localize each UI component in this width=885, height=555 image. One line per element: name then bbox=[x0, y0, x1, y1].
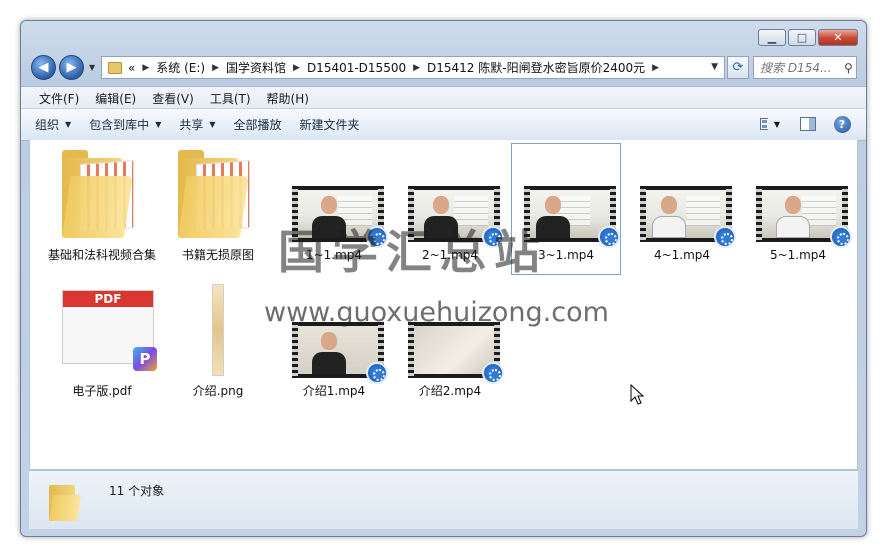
file-item[interactable]: 4~1.mp4 bbox=[628, 144, 736, 274]
search-input[interactable] bbox=[758, 59, 842, 76]
menu-view[interactable]: 查看(V) bbox=[152, 90, 194, 107]
chevron-down-icon: ▼ bbox=[209, 120, 216, 129]
preview-pane-button[interactable] bbox=[798, 115, 818, 133]
chevron-right-icon[interactable]: ▶ bbox=[652, 63, 659, 73]
search-box[interactable]: ⚲ bbox=[753, 56, 857, 79]
address-dropdown-icon[interactable]: ▼ bbox=[711, 62, 718, 72]
chevron-down-icon: ▼ bbox=[65, 120, 72, 129]
pdf-reader-icon: P bbox=[133, 347, 157, 371]
details-pane: 11 个对象 bbox=[29, 470, 858, 529]
file-item[interactable]: 介绍.png bbox=[164, 280, 272, 410]
menu-bar: 文件(F) 编辑(E) 查看(V) 工具(T) 帮助(H) bbox=[21, 86, 866, 109]
breadcrumb-overflow[interactable]: « bbox=[128, 61, 135, 75]
menu-file[interactable]: 文件(F) bbox=[39, 90, 79, 107]
organize-label: 组织 bbox=[35, 118, 60, 132]
image-file-icon bbox=[212, 284, 224, 376]
chevron-right-icon[interactable]: ▶ bbox=[293, 63, 300, 73]
back-button[interactable]: ◀ bbox=[31, 55, 56, 80]
video-player-icon bbox=[598, 226, 620, 248]
back-arrow-icon: ◀ bbox=[38, 60, 49, 75]
file-name: 介绍2.mp4 bbox=[418, 384, 482, 398]
forward-arrow-icon: ▶ bbox=[66, 60, 77, 75]
breadcrumb-folder-3[interactable]: D15412 陈默-阳闸登水密旨原价2400元 bbox=[427, 59, 645, 76]
chevron-right-icon[interactable]: ▶ bbox=[142, 63, 149, 73]
search-icon[interactable]: ⚲ bbox=[844, 61, 853, 75]
chevron-right-icon[interactable]: ▶ bbox=[212, 63, 219, 73]
pdf-file-icon: PDF P bbox=[62, 290, 157, 371]
file-name: 介绍1.mp4 bbox=[302, 384, 366, 398]
video-player-icon bbox=[714, 226, 736, 248]
mouse-cursor-icon bbox=[630, 384, 644, 405]
play-all-button[interactable]: 全部播放 bbox=[234, 116, 282, 133]
organize-button[interactable]: 组织 ▼ bbox=[35, 116, 71, 133]
chevron-down-icon: ▼ bbox=[773, 119, 780, 129]
menu-help[interactable]: 帮助(H) bbox=[267, 90, 309, 107]
forward-button[interactable]: ▶ bbox=[59, 55, 84, 80]
maximize-button[interactable]: □ bbox=[788, 29, 816, 46]
watermark-text: 国学汇总站 bbox=[278, 225, 548, 279]
video-thumbnail bbox=[292, 322, 388, 384]
watermark-url: www.guoxuehuizong.com bbox=[264, 297, 609, 328]
file-name: 基础和法科视频合集 bbox=[48, 248, 157, 262]
address-bar[interactable]: « ▶ 系统 (E:) ▶ 国学资料馆 ▶ D15401-D15500 ▶ D1… bbox=[101, 56, 725, 79]
pdf-label: PDF bbox=[63, 291, 153, 307]
menu-tools[interactable]: 工具(T) bbox=[210, 90, 251, 107]
file-item[interactable]: 书籍无损原图 bbox=[164, 144, 272, 274]
video-thumbnail bbox=[408, 322, 504, 384]
file-name: 5~1.mp4 bbox=[769, 248, 827, 262]
view-controls: ▼ ? bbox=[752, 115, 852, 133]
minimize-button[interactable]: ▁ bbox=[758, 29, 786, 46]
file-name: 4~1.mp4 bbox=[653, 248, 711, 262]
video-thumbnail bbox=[640, 186, 736, 248]
close-button[interactable]: ✕ bbox=[818, 29, 858, 46]
breadcrumb-drive[interactable]: 系统 (E:) bbox=[156, 59, 205, 76]
chevron-down-icon: ▼ bbox=[155, 120, 162, 129]
menu-edit[interactable]: 编辑(E) bbox=[95, 90, 136, 107]
new-folder-button[interactable]: 新建文件夹 bbox=[300, 116, 360, 133]
folder-icon bbox=[62, 150, 136, 238]
file-item[interactable]: 基础和法科视频合集 bbox=[48, 144, 156, 274]
command-bar: 组织 ▼ 包含到库中 ▼ 共享 ▼ 全部播放 新建文件夹 ▼ ? bbox=[21, 108, 866, 141]
file-name: 介绍.png bbox=[192, 384, 244, 398]
file-name: 电子版.pdf bbox=[72, 384, 132, 398]
video-player-icon bbox=[830, 226, 852, 248]
view-icon bbox=[760, 118, 768, 130]
chevron-right-icon[interactable]: ▶ bbox=[413, 63, 420, 73]
folder-icon bbox=[108, 61, 122, 74]
breadcrumb-folder-2[interactable]: D15401-D15500 bbox=[307, 61, 406, 75]
include-in-library-button[interactable]: 包含到库中 ▼ bbox=[89, 116, 161, 133]
preview-pane-icon bbox=[800, 117, 816, 131]
recent-pages-dropdown[interactable]: ▼ bbox=[89, 63, 95, 72]
breadcrumb-folder-1[interactable]: 国学资料馆 bbox=[226, 59, 286, 76]
share-button[interactable]: 共享 ▼ bbox=[179, 116, 215, 133]
video-player-icon bbox=[482, 362, 504, 384]
folder-icon bbox=[49, 481, 81, 521]
file-item[interactable]: 5~1.mp4 bbox=[744, 144, 852, 274]
breadcrumb: « ▶ 系统 (E:) ▶ 国学资料馆 ▶ D15401-D15500 ▶ D1… bbox=[128, 59, 666, 76]
help-icon: ? bbox=[833, 115, 851, 133]
refresh-button[interactable]: ⟳ bbox=[727, 56, 749, 79]
folder-icon bbox=[178, 150, 252, 238]
refresh-icon: ⟳ bbox=[732, 60, 744, 75]
help-button[interactable]: ? bbox=[832, 115, 852, 133]
video-player-icon bbox=[366, 362, 388, 384]
file-item[interactable]: PDF P 电子版.pdf bbox=[48, 280, 157, 410]
file-name: 书籍无损原图 bbox=[181, 248, 254, 262]
caption-buttons: ▁ □ ✕ bbox=[756, 29, 858, 46]
video-thumbnail bbox=[756, 186, 852, 248]
navigation-bar: ◀ ▶ ▼ « ▶ 系统 (E:) ▶ 国学资料馆 ▶ D15401-D1550… bbox=[29, 54, 858, 82]
change-view-button[interactable]: ▼ bbox=[760, 115, 780, 133]
share-label: 共享 bbox=[179, 118, 204, 132]
item-count: 11 个对象 bbox=[109, 484, 165, 498]
include-library-label: 包含到库中 bbox=[89, 118, 150, 132]
